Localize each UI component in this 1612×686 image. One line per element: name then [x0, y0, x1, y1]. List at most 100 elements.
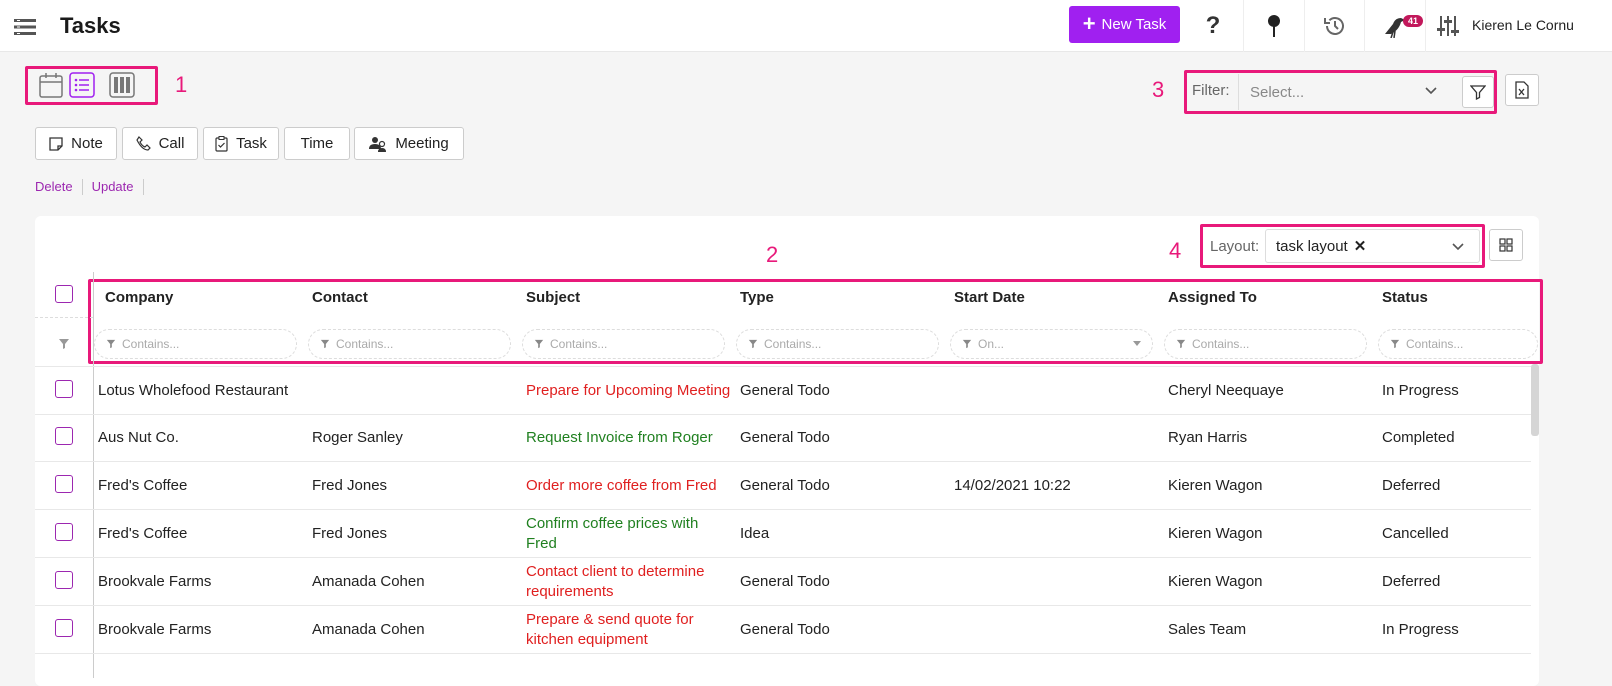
layout-settings-button[interactable] [1489, 229, 1523, 261]
plus-icon: + [1082, 10, 1096, 36]
time-button[interactable]: Time [284, 127, 350, 160]
cell-status: Deferred [1382, 477, 1441, 494]
row-checkbox[interactable] [55, 380, 73, 398]
company-filter-input[interactable]: Contains... [94, 329, 297, 359]
link-separator [81, 179, 83, 195]
contact-filter-input[interactable]: Contains... [308, 329, 511, 359]
notification-badge: 41 [1403, 15, 1424, 27]
pin-button[interactable] [1243, 0, 1303, 52]
type-filter-input[interactable]: Contains... [736, 329, 939, 359]
update-link[interactable]: Update [92, 179, 134, 195]
history-icon [1323, 17, 1344, 35]
header-divider [35, 317, 93, 318]
cell-company: Brookvale Farms [98, 621, 212, 638]
status-filter-input[interactable]: Contains... [1378, 329, 1538, 359]
cell-company: Brookvale Farms [98, 573, 212, 590]
column-header-start-date[interactable]: Start Date [954, 289, 1025, 306]
calendar-icon [39, 73, 63, 98]
cell-assigned-to: Kieren Wagon [1168, 573, 1263, 590]
calendar-view-button[interactable] [38, 71, 64, 99]
annotation-number-2: 2 [766, 242, 779, 267]
cell-subject[interactable]: Confirm coffee prices with Fred [526, 514, 731, 554]
sliders-icon [1436, 16, 1459, 36]
funnel-icon [320, 339, 330, 349]
grid-icon [1499, 238, 1513, 252]
funnel-icon [1176, 339, 1186, 349]
task-button[interactable]: Task [203, 127, 279, 160]
filter-select[interactable]: Select... [1238, 74, 1454, 110]
user-name[interactable]: Kieren Le Cornu [1472, 17, 1574, 33]
table-row[interactable]: Brookvale Farms Amanada Cohen Contact cl… [35, 558, 1531, 606]
cell-subject[interactable]: Prepare & send quote for kitchen equipme… [526, 610, 731, 650]
row-checkbox[interactable] [55, 571, 73, 589]
company-filter-placeholder: Contains... [122, 337, 180, 351]
start-date-filter-input[interactable]: On... [950, 329, 1153, 359]
start-date-filter-placeholder: On... [978, 337, 1005, 351]
row-checkbox[interactable] [55, 427, 73, 445]
new-task-label: New Task [1101, 16, 1167, 33]
meeting-button[interactable]: Meeting [354, 127, 464, 160]
call-button-label: Call [158, 135, 185, 152]
column-header-company[interactable]: Company [105, 289, 173, 306]
table-row[interactable]: Brookvale Farms Amanada Cohen Prepare & … [35, 606, 1531, 654]
link-separator [142, 179, 144, 195]
task-button-label: Task [236, 135, 267, 152]
history-button[interactable] [1304, 0, 1364, 52]
cell-contact: Fred Jones [312, 477, 388, 494]
cell-company: Aus Nut Co. [98, 429, 179, 446]
subject-filter-input[interactable]: Contains... [522, 329, 725, 359]
assigned-to-filter-input[interactable]: Contains... [1164, 329, 1367, 359]
delete-link[interactable]: Delete [35, 179, 73, 195]
layout-select[interactable]: task layout ✕ [1265, 229, 1480, 263]
settings-button[interactable] [1425, 0, 1469, 52]
table-row[interactable]: Fred's Coffee Fred Jones Order more coff… [35, 462, 1531, 510]
meeting-icon [369, 136, 387, 152]
cell-type: General Todo [740, 477, 830, 494]
filter-placeholder: Select... [1250, 83, 1305, 101]
apply-filter-button[interactable] [1462, 76, 1494, 108]
column-header-subject[interactable]: Subject [526, 289, 580, 306]
cell-contact: Fred Jones [312, 525, 388, 542]
funnel-icon [748, 339, 758, 349]
select-all-checkbox[interactable] [55, 285, 73, 303]
column-header-status[interactable]: Status [1382, 289, 1428, 306]
annotation-number-1: 1 [175, 72, 188, 97]
kanban-view-button[interactable] [109, 71, 135, 99]
menu-icon[interactable] [14, 18, 36, 36]
funnel-icon [962, 339, 972, 349]
column-header-type[interactable]: Type [740, 289, 774, 306]
table-row[interactable]: Lotus Wholefood Restaurant Prepare for U… [35, 367, 1531, 415]
cell-subject[interactable]: Prepare for Upcoming Meeting [526, 381, 731, 401]
row-checkbox[interactable] [55, 475, 73, 493]
call-button[interactable]: Call [122, 127, 198, 160]
chevron-down-icon [1425, 87, 1437, 95]
help-button[interactable]: ? [1183, 0, 1243, 52]
chevron-down-icon [1452, 243, 1464, 251]
notifications-button[interactable]: 41 [1364, 0, 1424, 52]
list-view-button[interactable] [69, 71, 95, 99]
clear-layout-icon[interactable]: ✕ [1354, 237, 1367, 255]
vertical-scrollbar[interactable] [1531, 364, 1539, 436]
column-header-assigned-to[interactable]: Assigned To [1168, 289, 1257, 306]
new-task-button[interactable]: + New Task [1069, 6, 1180, 43]
row-checkbox[interactable] [55, 523, 73, 541]
column-header-contact[interactable]: Contact [312, 289, 368, 306]
table-row[interactable]: Fred's Coffee Fred Jones Confirm coffee … [35, 510, 1531, 558]
cell-subject[interactable]: Contact client to determine requirements [526, 562, 731, 602]
layout-value: task layout [1276, 237, 1348, 255]
assigned-to-filter-placeholder: Contains... [1192, 337, 1250, 351]
row-checkbox[interactable] [55, 619, 73, 637]
cell-contact: Amanada Cohen [312, 621, 425, 638]
cell-subject[interactable]: Order more coffee from Fred [526, 476, 731, 496]
pin-icon [1267, 15, 1280, 37]
cell-start-date: 14/02/2021 10:22 [954, 477, 1071, 494]
note-button[interactable]: Note [35, 127, 117, 160]
export-excel-button[interactable] [1505, 74, 1539, 106]
cell-assigned-to: Kieren Wagon [1168, 525, 1263, 542]
cell-contact: Amanada Cohen [312, 573, 425, 590]
cell-assigned-to: Ryan Harris [1168, 429, 1248, 446]
cell-assigned-to: Sales Team [1168, 621, 1247, 638]
cell-subject[interactable]: Request Invoice from Roger [526, 428, 731, 448]
subject-filter-placeholder: Contains... [550, 337, 608, 351]
table-row[interactable]: Aus Nut Co. Roger Sanley Request Invoice… [35, 415, 1531, 462]
